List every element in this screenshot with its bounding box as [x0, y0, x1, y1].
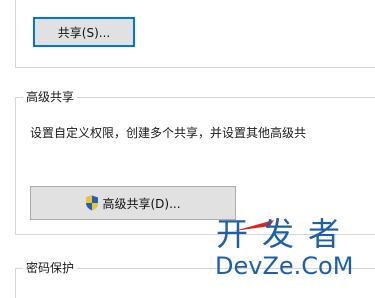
watermark-english: DevZe.CoM: [215, 252, 354, 280]
advanced-sharing-title: 高级共享: [23, 90, 78, 104]
share-button[interactable]: 共享(S)...: [33, 17, 135, 47]
watermark-chinese: 开发者: [216, 215, 355, 253]
password-protection-title: 密码保护: [23, 261, 78, 275]
uac-shield-icon: [86, 195, 99, 211]
advanced-sharing-button-label: 高级共享(D)...: [102, 196, 181, 211]
advanced-sharing-button[interactable]: 高级共享(D)...: [30, 186, 236, 220]
share-group-left-border: [15, 0, 16, 68]
advanced-sharing-description: 设置自定义权限，创建多个共享，并设置其他高级共: [30, 126, 307, 140]
share-group-bottom-border: [15, 67, 375, 68]
share-button-label: 共享(S)...: [57, 25, 111, 40]
